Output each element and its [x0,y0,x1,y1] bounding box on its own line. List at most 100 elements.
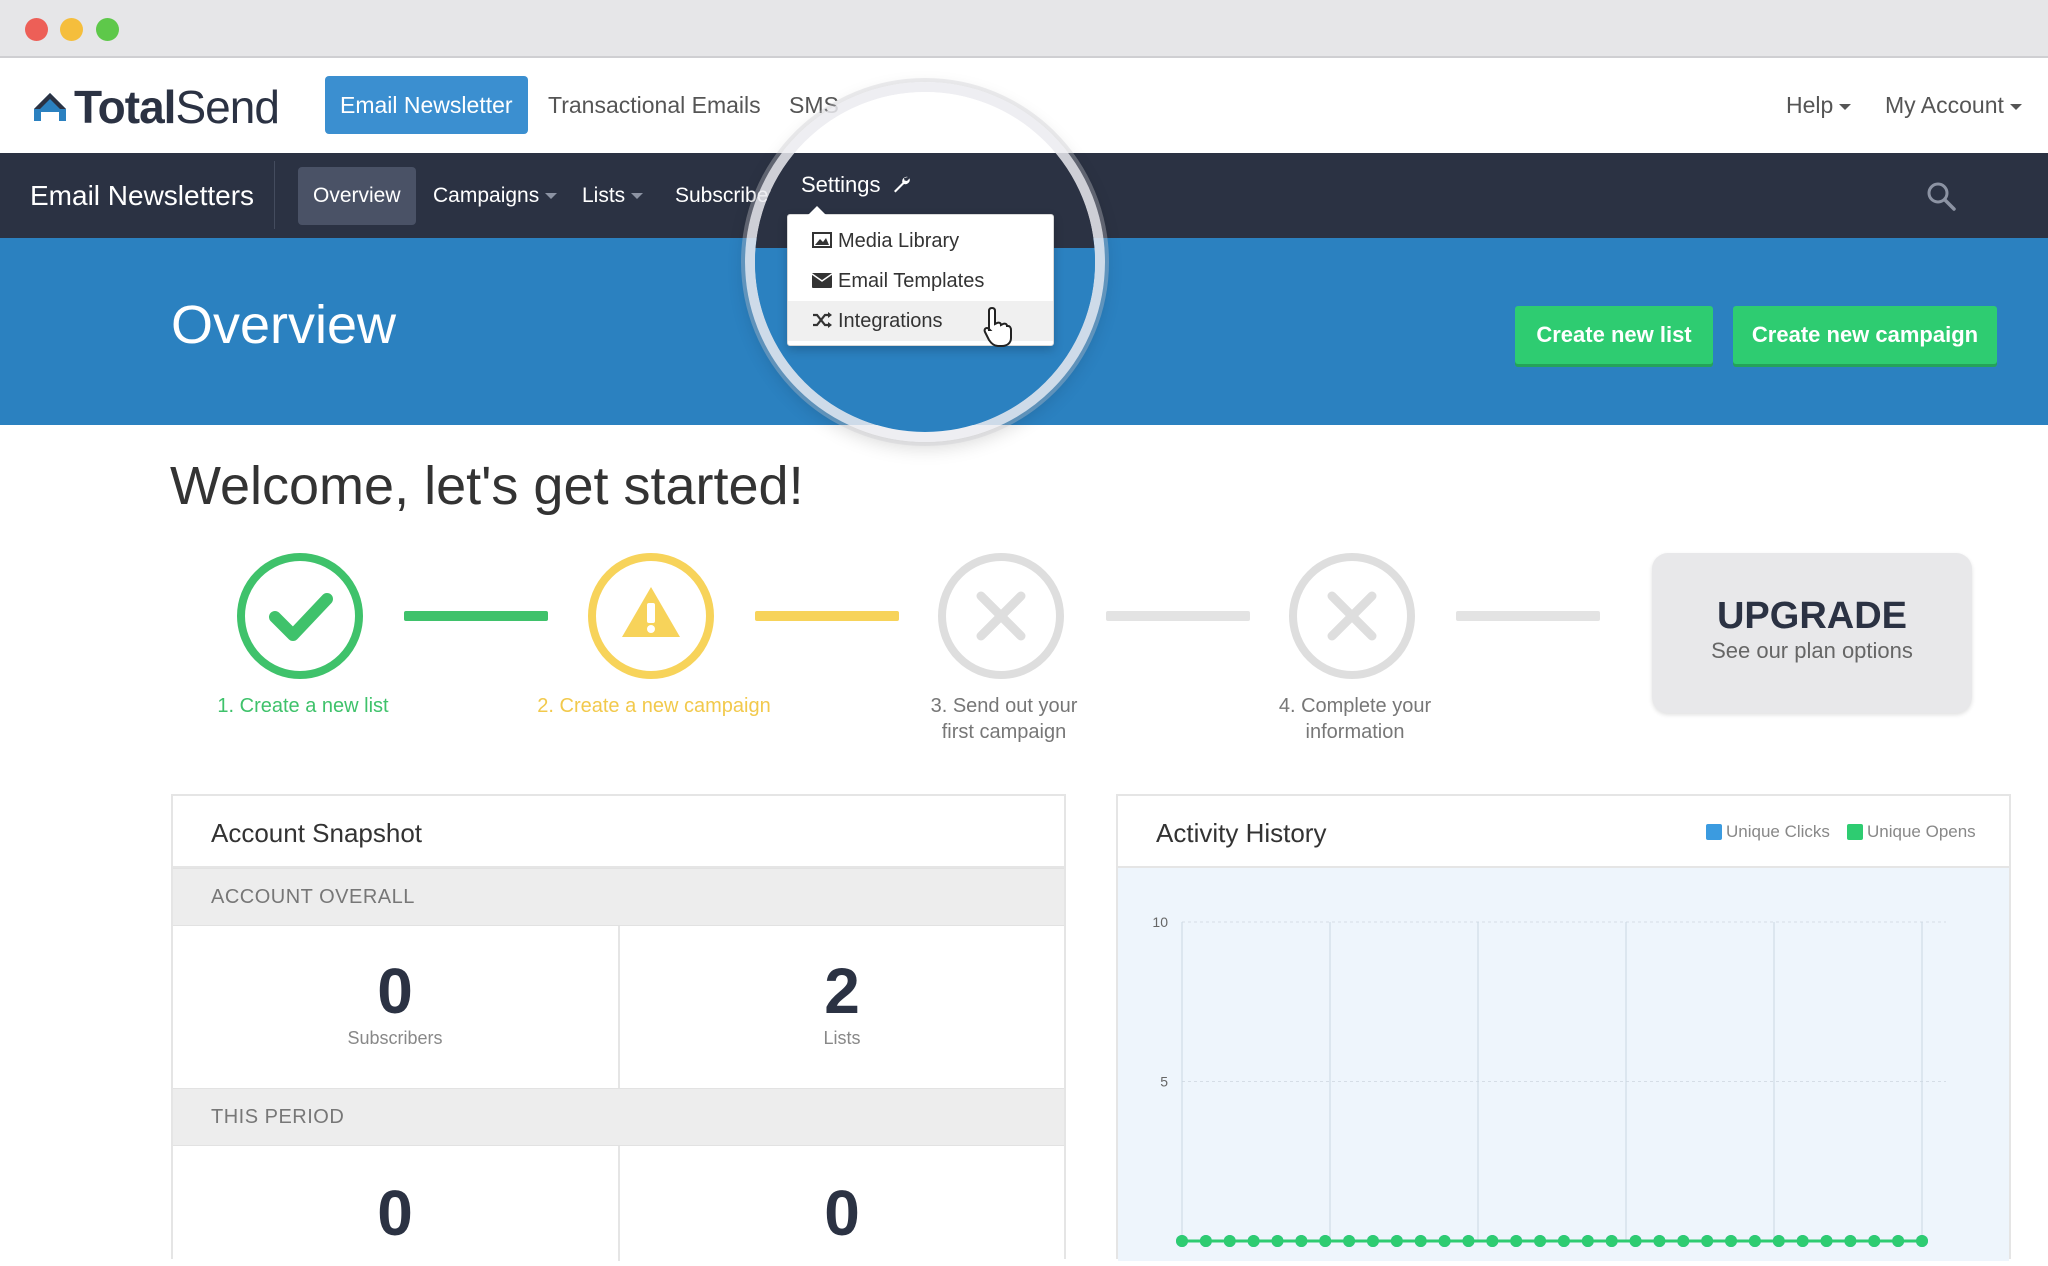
data-point[interactable] [1486,1235,1499,1247]
step-connector [1106,611,1250,621]
data-point[interactable] [1748,1235,1761,1247]
panel-title: Account Snapshot [211,818,423,848]
settings-label: Settings [801,172,881,197]
step-connector [404,611,548,621]
stat-value: 0 [377,955,413,1027]
step-connector [755,611,899,621]
data-point[interactable] [1223,1235,1236,1247]
step-1-status [237,553,363,679]
account-snapshot-panel: Account Snapshot ACCOUNT OVERALL 0 Subsc… [171,794,1066,1261]
step-3-status [938,553,1064,679]
chevron-down-icon [2009,103,2022,110]
logo-text-light: Send [175,81,279,133]
data-point[interactable] [1796,1235,1809,1247]
divider [274,161,275,229]
wrench-icon [893,176,910,193]
data-point[interactable] [1557,1235,1570,1247]
welcome-heading: Welcome, let's get started! [170,456,804,516]
step-4-label[interactable]: 4. Complete your information [1230,693,1480,745]
settings-menu-trigger[interactable]: Settings [801,172,911,198]
tab-transactional-emails[interactable]: Transactional Emails [533,76,776,134]
legend-unique-clicks[interactable]: Unique Clicks [1706,822,1830,842]
data-point[interactable] [1844,1235,1857,1247]
data-point[interactable] [1868,1235,1881,1247]
data-point[interactable] [1510,1235,1523,1247]
data-point[interactable] [1605,1235,1618,1247]
data-point[interactable] [1343,1235,1356,1247]
period-stat-2: 0 [620,1178,1064,1248]
chevron-down-icon [1839,103,1852,110]
subscribers-stat: 0 Subscribers [173,956,617,1049]
menu-item-label: Media Library [838,230,960,252]
data-point[interactable] [1629,1235,1642,1247]
data-point[interactable] [1176,1235,1188,1247]
upgrade-card[interactable]: UPGRADE See our plan options [1652,553,1972,713]
data-point[interactable] [1247,1235,1260,1247]
create-new-campaign-button[interactable]: Create new campaign [1733,306,1997,364]
minimize-window-button[interactable] [60,18,83,41]
data-point[interactable] [1772,1235,1785,1247]
hand-cursor-icon [983,306,1013,353]
data-point[interactable] [1271,1235,1284,1247]
y-tick-label: 5 [1160,1074,1168,1090]
subnav-lists[interactable]: Lists [567,167,658,225]
close-window-button[interactable] [25,18,48,41]
my-account-menu[interactable]: My Account [1870,76,2037,134]
step-2-label[interactable]: 2. Create a new campaign [529,693,779,719]
stat-value: 0 [377,1177,413,1249]
totalsend-logo[interactable]: TotalSend [32,81,280,133]
tab-email-newsletter[interactable]: Email Newsletter [325,76,528,134]
legend-label: Unique Opens [1867,822,1976,841]
step-4-status [1289,553,1415,679]
settings-dropdown: Media Library Email Templates Integratio… [787,206,1054,346]
help-menu[interactable]: Help [1771,76,1866,134]
step-3-label[interactable]: 3. Send out your first campaign [879,693,1129,745]
search-icon[interactable] [1926,181,1956,216]
stat-label: Subscribers [347,1028,443,1048]
data-point[interactable] [1390,1235,1403,1247]
magnified-topnav [755,92,1095,153]
data-point[interactable] [1462,1235,1475,1247]
data-point[interactable] [1319,1235,1332,1247]
data-point[interactable] [1199,1235,1212,1247]
data-point[interactable] [1820,1235,1833,1247]
chevron-down-icon [545,193,558,200]
data-point[interactable] [1534,1235,1547,1247]
data-point[interactable] [1295,1235,1308,1247]
upgrade-subtitle: See our plan options [1711,638,1913,663]
data-point[interactable] [1892,1235,1905,1247]
activity-history-panel: Activity History Unique Clicks Unique Op… [1116,794,2011,1261]
step-1-label[interactable]: 1. Create a new list [178,693,428,719]
logo-text-bold: Total [74,81,176,133]
data-point[interactable] [1677,1235,1690,1247]
menu-item-email-templates[interactable]: Email Templates [788,261,1053,301]
menu-item-label: Email Templates [838,270,985,292]
house-logo-icon [34,93,66,121]
data-point[interactable] [1701,1235,1714,1247]
section-title: Email Newsletters [30,180,255,211]
maximize-window-button[interactable] [96,18,119,41]
data-point[interactable] [1916,1235,1928,1247]
menu-item-integrations[interactable]: Integrations [788,301,1053,341]
data-point[interactable] [1366,1235,1379,1247]
envelope-icon [811,262,834,302]
data-point[interactable] [1438,1235,1451,1247]
panel-header: Activity History Unique Clicks Unique Op… [1118,796,2009,868]
subnav-overview[interactable]: Overview [298,167,416,225]
section-heading: THIS PERIOD [211,1106,345,1128]
section-heading: ACCOUNT OVERALL [211,886,415,908]
panel-title: Activity History [1156,818,1327,848]
create-new-list-button[interactable]: Create new list [1515,306,1713,364]
legend-swatch [1706,824,1722,840]
data-point[interactable] [1414,1235,1427,1247]
period-stat-1: 0 [173,1178,617,1248]
subnav-campaigns[interactable]: Campaigns [418,167,572,225]
stat-value: 2 [824,955,860,1027]
data-point[interactable] [1581,1235,1594,1247]
menu-item-media-library[interactable]: Media Library [788,221,1053,261]
step-connector [1456,611,1600,621]
legend-unique-opens[interactable]: Unique Opens [1847,822,1976,842]
data-point[interactable] [1725,1235,1738,1247]
data-point[interactable] [1653,1235,1666,1247]
image-icon [812,222,834,262]
